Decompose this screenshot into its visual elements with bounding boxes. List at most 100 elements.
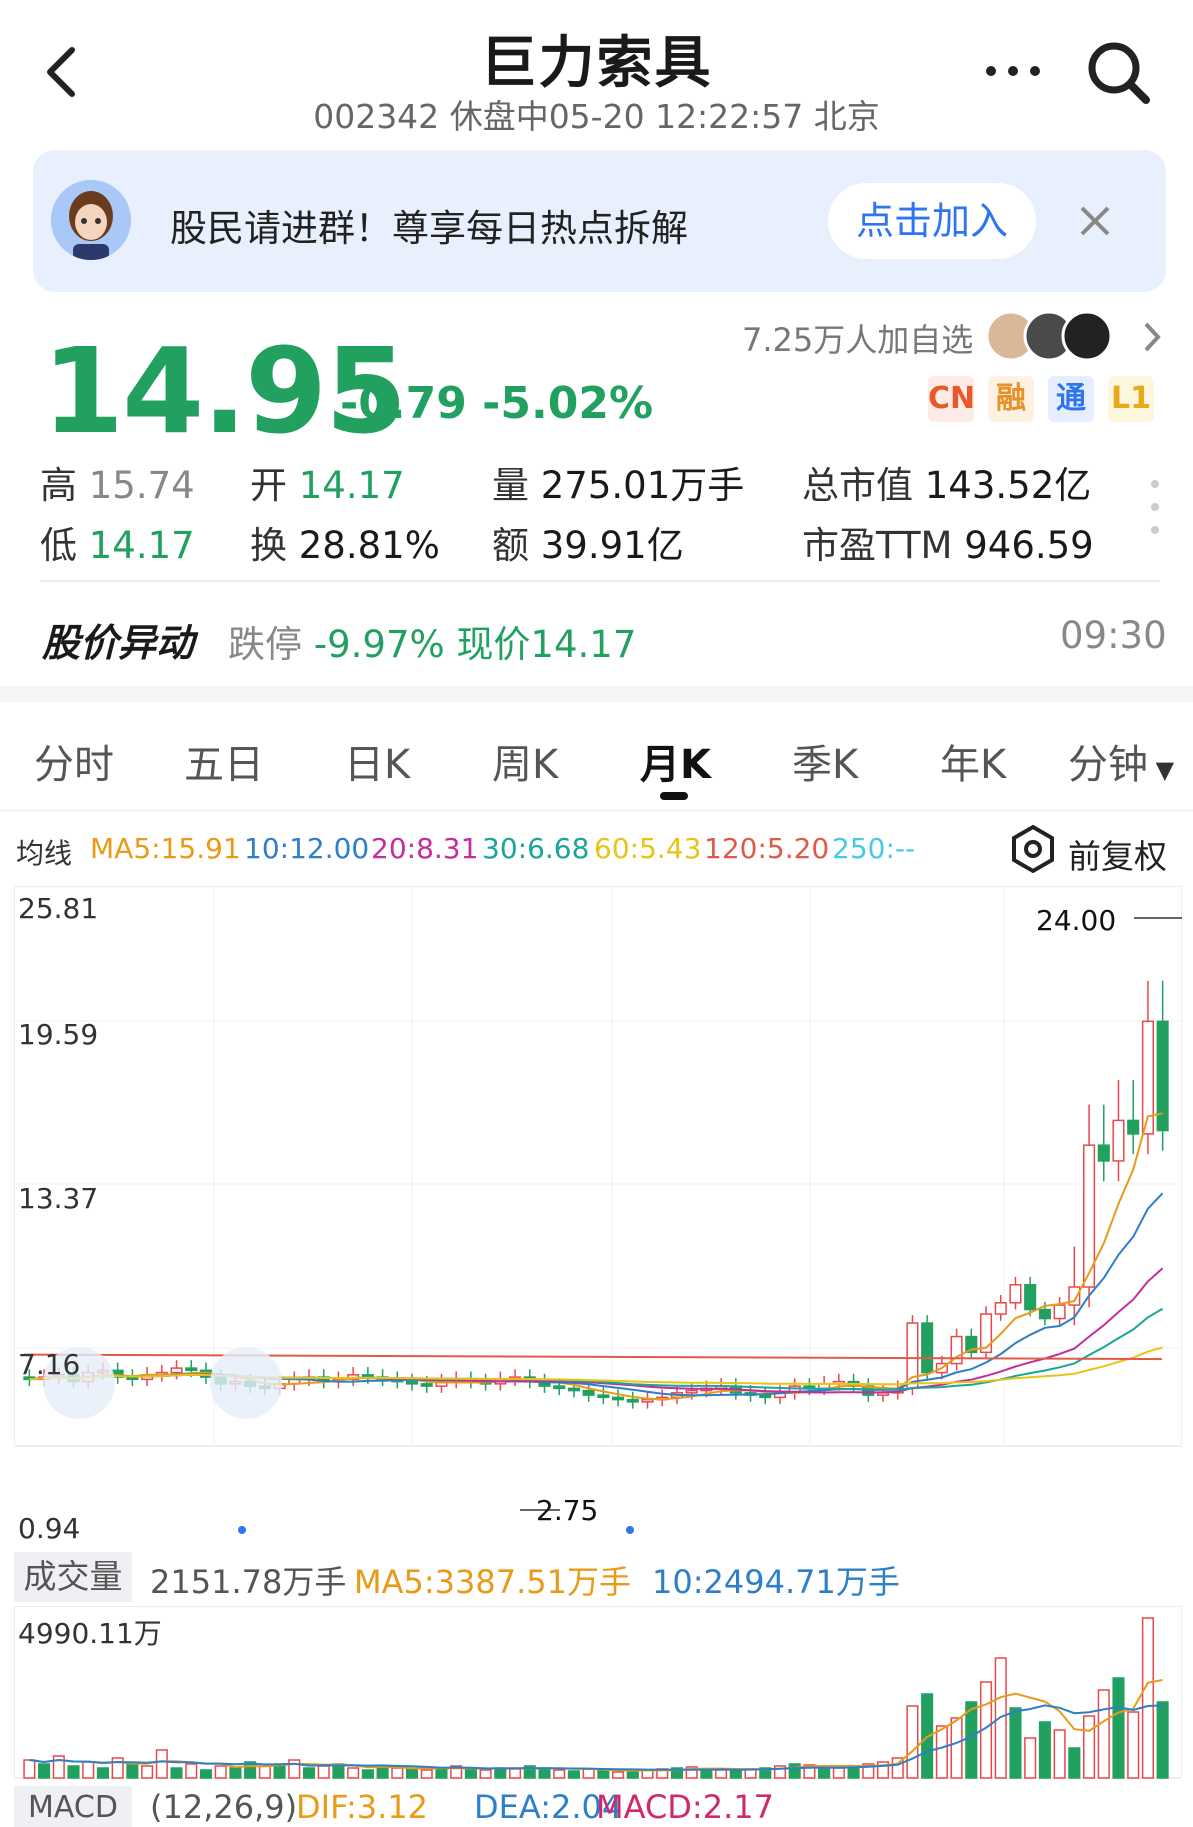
volume-bar <box>832 1767 845 1779</box>
volume-bar <box>420 1769 433 1779</box>
expand-stats-icon[interactable] <box>1148 476 1162 538</box>
tab-quarterly-k[interactable]: 季K <box>792 732 858 790</box>
more-icon[interactable] <box>983 56 1043 86</box>
volume-bar <box>82 1761 95 1779</box>
volume-bar <box>612 1771 625 1779</box>
tab-minute[interactable]: 分钟 ▼ <box>1068 732 1174 790</box>
candle-body <box>170 1367 183 1374</box>
volume-bar <box>935 1725 948 1779</box>
watcher-avatars[interactable] <box>985 310 1125 362</box>
volume-bar <box>214 1765 227 1779</box>
group-banner[interactable]: 股民请进群！尊享每日热点拆解 点击加入 <box>33 150 1166 292</box>
tag-connect[interactable]: 通 <box>1048 376 1094 422</box>
tag-l1[interactable]: L1 <box>1108 376 1154 422</box>
volume-bar <box>950 1717 963 1779</box>
close-icon[interactable] <box>1076 202 1114 240</box>
stat-low: 低 14.17 <box>40 524 195 567</box>
volume-bar <box>96 1767 109 1779</box>
volume-bar <box>405 1768 419 1779</box>
tab-weekly-k[interactable]: 周K <box>492 732 558 790</box>
assistant-avatar <box>51 180 131 260</box>
macd-value: MACD:2.17 <box>596 1788 774 1826</box>
volume-bar <box>818 1766 831 1779</box>
candle-body <box>994 1302 1007 1315</box>
y-tick-label: 25.81 <box>18 892 99 925</box>
volume-value: 2151.78万手 <box>150 1563 347 1601</box>
chevron-right-icon[interactable] <box>1140 320 1164 354</box>
header: 巨力索具 002342 休盘中05-20 12:22:57 北京 <box>0 0 1193 140</box>
volume-bar <box>788 1763 801 1779</box>
adjust-mode[interactable]: 前复权 <box>1068 830 1167 878</box>
candle-body <box>361 1374 374 1378</box>
tab-intraday[interactable]: 分时 <box>34 732 114 790</box>
volume-bar <box>170 1767 183 1779</box>
volume-bar <box>1024 1737 1037 1779</box>
volume-bar <box>141 1765 154 1779</box>
chart-frame <box>14 886 1182 1447</box>
market-status: 休盘中05-20 12:22:57 北京 <box>449 97 880 136</box>
candle-body <box>582 1389 595 1396</box>
y-tick-label: 0.94 <box>18 1512 81 1545</box>
ma-line <box>23 1353 1163 1361</box>
ma30-value: 30:6.68 <box>482 832 590 865</box>
alert-content[interactable]: 跌停 -9.97% 现价14.17 <box>228 614 636 668</box>
candle-body <box>906 1322 919 1390</box>
candle-body <box>420 1383 433 1387</box>
volume-bar <box>509 1768 522 1779</box>
volume-bar <box>1141 1617 1154 1779</box>
volume-ma5: MA5:3387.51万手 <box>354 1563 631 1601</box>
candle-body <box>597 1394 610 1399</box>
volume-chart[interactable] <box>14 1606 1182 1782</box>
ma60-value: 60:5.43 <box>594 832 702 865</box>
candle-body <box>1097 1144 1110 1162</box>
candle-body <box>567 1387 580 1392</box>
settings-icon[interactable] <box>1008 824 1058 874</box>
candle-body <box>1009 1284 1022 1304</box>
candle-body <box>685 1389 698 1394</box>
change-value: -0.79 <box>340 378 467 429</box>
tab-monthly-k[interactable]: 月K <box>640 732 711 790</box>
tag-cn[interactable]: CN <box>928 376 975 422</box>
dropdown-icon: ▼ <box>1148 756 1175 784</box>
volume-bar <box>317 1765 330 1779</box>
tab-daily-k[interactable]: 日K <box>344 732 410 790</box>
tag-margin[interactable]: 融 <box>988 376 1034 422</box>
volume-bar <box>347 1767 360 1779</box>
stat-high: 高 15.74 <box>40 464 195 507</box>
watchers-count[interactable]: 7.25万人加自选 <box>742 315 973 361</box>
volume-bar <box>199 1769 213 1779</box>
macd-tab[interactable]: MACD <box>14 1786 132 1827</box>
candle-body <box>612 1396 625 1401</box>
section-gap <box>0 686 1193 702</box>
volume-bar <box>1127 1711 1140 1779</box>
stock-code: 002342 <box>313 97 440 136</box>
volume-max-label: 4990.11万 <box>18 1617 162 1650</box>
candle-body <box>1024 1284 1037 1311</box>
candle-body <box>1112 1119 1125 1162</box>
join-button[interactable]: 点击加入 <box>828 183 1036 259</box>
candle-body <box>626 1398 639 1403</box>
volume-frame <box>14 1606 1182 1779</box>
candle-body <box>405 1380 419 1385</box>
candle-body <box>921 1322 934 1374</box>
volume-ma10: 10:2494.71万手 <box>652 1563 900 1601</box>
volume-bar <box>582 1768 595 1779</box>
volume-ma-line <box>29 1704 1163 1771</box>
volume-bar <box>906 1705 919 1779</box>
tab-five-day[interactable]: 五日 <box>184 732 264 790</box>
volume-ma-line <box>29 1679 1163 1772</box>
tab-yearly-k[interactable]: 年K <box>940 732 1006 790</box>
kline-chart[interactable]: 25.81 19.59 13.37 7.16 0.94 24.00 2.75 <box>14 886 1182 1546</box>
volume-bar <box>361 1769 374 1779</box>
stat-open: 开 14.17 <box>250 464 405 507</box>
volume-bar <box>1038 1721 1051 1779</box>
active-tab-indicator <box>660 792 688 800</box>
volume-bar <box>38 1763 51 1779</box>
volume-bar <box>567 1770 580 1779</box>
volume-bar <box>67 1765 80 1779</box>
volume-tab[interactable]: 成交量 <box>14 1552 132 1602</box>
ma120-value: 120:5.20 <box>704 832 830 865</box>
search-icon[interactable] <box>1084 38 1154 108</box>
volume-bar <box>464 1768 477 1779</box>
volume-bar <box>185 1763 198 1779</box>
